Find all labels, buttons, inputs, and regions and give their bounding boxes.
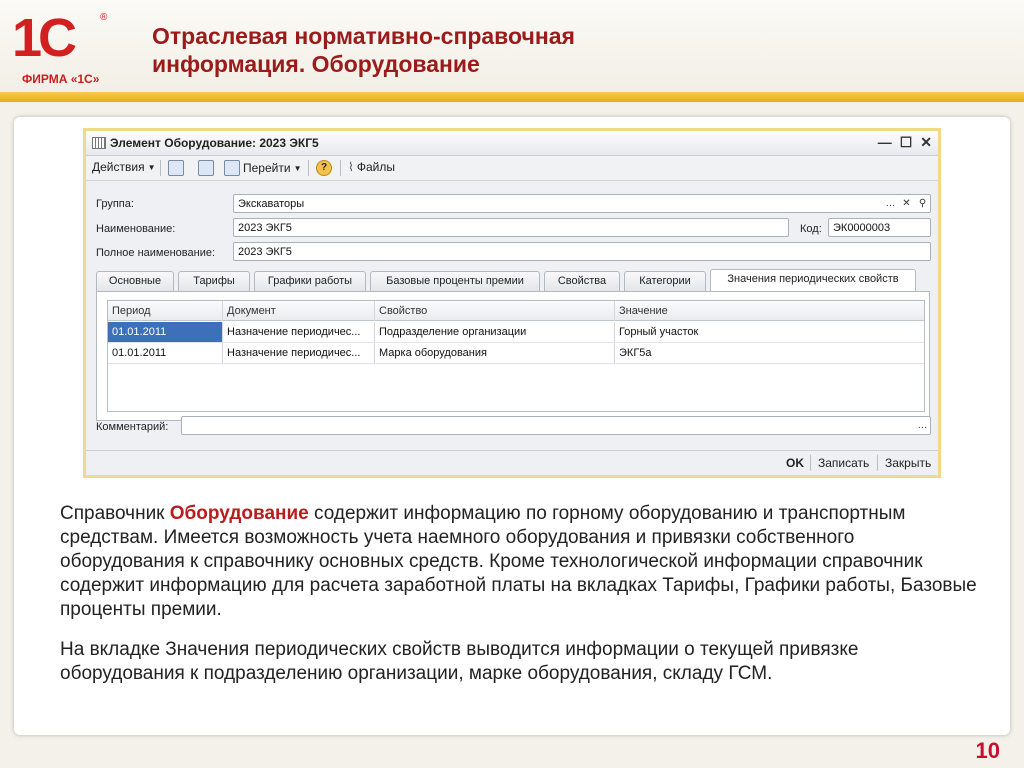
tab-panel: Период Документ Свойство Значение 01.01.… [96, 291, 930, 421]
tab-tariffs[interactable]: Тарифы [178, 271, 250, 291]
files-label: Файлы [356, 160, 395, 174]
code-value: ЭК0000003 [833, 222, 891, 234]
p1-highlight: Оборудование [169, 503, 309, 524]
slide-body: Справочник Оборудование содержит информа… [60, 502, 980, 702]
fullname-field[interactable]: 2023 ЭКГ5 [233, 242, 931, 261]
fullname-label: Полное наименование: [96, 247, 216, 259]
group-value: Экскаваторы [238, 198, 305, 210]
paragraph-1: Справочник Оборудование содержит информа… [60, 502, 980, 622]
slide-header: 1С ® ФИРМА «1С» Отраслевая нормативно-сп… [0, 0, 1024, 100]
button-separator [877, 455, 878, 471]
name-label: Наименование: [96, 223, 176, 235]
periodic-values-table: Период Документ Свойство Значение 01.01.… [107, 300, 925, 412]
search-icon[interactable]: ⚲ [915, 196, 930, 211]
table-row[interactable]: 01.01.2011 Назначение периодичес... Марк… [108, 343, 924, 364]
toolbar-separator [160, 160, 161, 176]
toolbar-separator [308, 160, 309, 176]
window-title: Элемент Оборудование: 2023 ЭКГ5 [110, 136, 319, 150]
save-button[interactable]: Записать [818, 456, 869, 470]
cell-property: Марка оборудования [375, 343, 615, 363]
maximize-icon[interactable]: ☐ [900, 134, 913, 151]
cell-period: 01.01.2011 [108, 343, 223, 363]
logo-firm-name: ФИРМА «1С» [22, 72, 100, 86]
window-toolbar: Действия ▼ Перейти ▼ ? ⌇ Файлы [86, 156, 938, 181]
tab-periodic-values[interactable]: Значения периодических свойств [710, 269, 916, 291]
cell-property: Подразделение организации [375, 322, 615, 342]
table-header-row: Период Документ Свойство Значение [108, 301, 924, 321]
slide-title-line2: информация. Оборудование [152, 51, 480, 77]
chevron-down-icon: ▼ [147, 162, 156, 172]
logo-mark: 1С [12, 8, 77, 68]
cell-period: 01.01.2011 [108, 322, 223, 342]
col-period-header[interactable]: Период [108, 301, 223, 321]
chevron-down-icon: ▼ [293, 163, 302, 173]
ellipsis-icon[interactable]: … [915, 418, 930, 433]
logo-1c: 1С ® ФИРМА «1С» [12, 8, 112, 86]
tab-bonus-percent[interactable]: Базовые проценты премии [370, 271, 540, 291]
paperclip-icon: ⌇ [348, 160, 354, 174]
button-separator [810, 455, 811, 471]
name-value: 2023 ЭКГ5 [238, 222, 292, 234]
table-row[interactable]: 01.01.2011 Назначение периодичес... Подр… [108, 322, 924, 343]
tab-properties[interactable]: Свойства [544, 271, 620, 291]
tab-categories[interactable]: Категории [624, 271, 706, 291]
cell-value: ЭКГ5а [619, 347, 652, 359]
cell-document: Назначение периодичес... [223, 343, 375, 363]
clear-icon[interactable]: ✕ [899, 196, 914, 211]
ok-button[interactable]: OK [786, 456, 804, 470]
goto-icon [224, 160, 240, 176]
window-titlebar[interactable]: Элемент Оборудование: 2023 ЭКГ5 — ☐ ✕ [86, 131, 938, 156]
refresh-icon[interactable] [198, 160, 214, 176]
paragraph-2: На вкладке Значения периодических свойст… [60, 639, 859, 684]
tab-work-schedules[interactable]: Графики работы [254, 271, 366, 291]
col-document-header[interactable]: Документ [223, 301, 375, 321]
comment-field[interactable]: … [181, 416, 931, 435]
group-field[interactable]: Экскаваторы … ✕ ⚲ [233, 194, 931, 213]
col-property-header[interactable]: Свойство [375, 301, 615, 321]
slide-number: 10 [975, 738, 1000, 763]
files-button[interactable]: ⌇ Файлы [348, 160, 395, 174]
minimize-icon[interactable]: — [878, 134, 892, 151]
p1-before: Справочник [60, 503, 170, 524]
col-value-header[interactable]: Значение [615, 301, 924, 321]
save-close-icon[interactable] [168, 160, 184, 176]
help-icon: ? [316, 160, 332, 176]
slide-title-line1: Отраслевая нормативно-справочная [152, 23, 575, 49]
slide-title: Отраслевая нормативно-справочная информа… [152, 22, 852, 78]
fullname-value: 2023 ЭКГ5 [238, 246, 292, 258]
group-label: Группа: [96, 198, 134, 210]
close-button[interactable]: Закрыть [885, 456, 931, 470]
close-icon[interactable]: ✕ [920, 134, 932, 151]
code-field[interactable]: ЭК0000003 [828, 218, 931, 237]
actions-label: Действия [92, 160, 145, 174]
logo-registered: ® [100, 12, 108, 23]
ellipsis-icon[interactable]: … [883, 196, 898, 211]
code-label: Код: [800, 223, 822, 235]
cell-document: Назначение периодичес... [223, 322, 375, 342]
cell-value: Горный участок [619, 326, 699, 338]
name-field[interactable]: 2023 ЭКГ5 [233, 218, 789, 237]
goto-menu[interactable]: Перейти ▼ [224, 160, 301, 176]
window-buttonbar: OK Записать Закрыть [86, 450, 938, 475]
toolbar-separator [340, 160, 341, 176]
header-bar [0, 92, 1024, 102]
goto-label: Перейти [243, 161, 291, 175]
comment-label: Комментарий: [96, 421, 169, 433]
actions-menu[interactable]: Действия ▼ [92, 160, 156, 174]
window-icon [92, 137, 106, 149]
equipment-window: Элемент Оборудование: 2023 ЭКГ5 — ☐ ✕ Де… [83, 128, 941, 478]
help-button[interactable]: ? [316, 160, 332, 176]
tab-main[interactable]: Основные [96, 271, 174, 291]
